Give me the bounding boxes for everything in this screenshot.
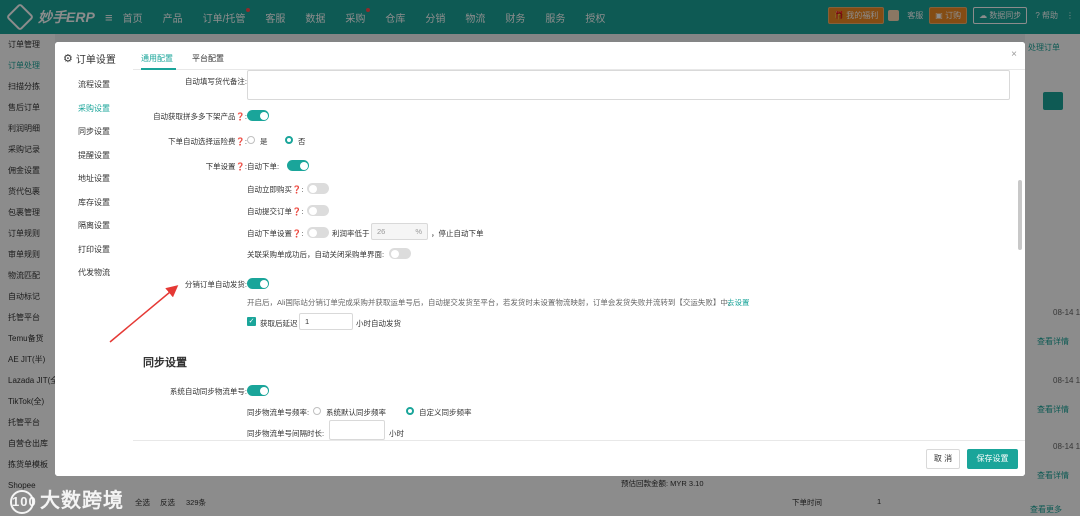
close-after-toggle[interactable] — [389, 248, 411, 259]
sync-freq-custom-radio[interactable] — [406, 407, 414, 415]
sync-interval-label: 同步物流单号间隔时长: — [247, 429, 325, 438]
help-icon: ❓ — [235, 137, 245, 146]
order-settings-modal: ⚙ 订单设置 流程设置 采购设置 同步设置 提醒设置 地址设置 库存设置 隔离设置 打印设置代… — [55, 42, 1025, 476]
modal-footer: 取 消 保存设置 — [133, 440, 1025, 476]
profit-below-label: 利润率低于 — [332, 229, 370, 238]
delay-suffix: 小时自动发货 — [356, 319, 401, 328]
watermark-logo: 100 — [10, 489, 36, 514]
watermark-text: 大数跨境 — [40, 490, 124, 512]
auto-fill-note-label: 自动填写货代备注: — [184, 77, 247, 86]
profit-rate-input[interactable]: 26 % — [371, 223, 428, 240]
distribution-auto-ship-toggle[interactable] — [247, 278, 269, 289]
shipping-insurance-yes-radio[interactable] — [247, 136, 255, 144]
shipping-insurance-yes-label: 是 — [260, 137, 268, 146]
auto-submit-toggle[interactable] — [307, 205, 329, 216]
auto-buy-label: 自动立即购买❓: — [247, 185, 304, 194]
go-setting-link[interactable]: 去设置 — [727, 297, 750, 308]
delay-hours-input[interactable]: 1 — [299, 313, 353, 330]
shipping-insurance-no-label: 否 — [298, 137, 306, 146]
modal-title: ⚙ 订单设置 — [63, 51, 116, 66]
sync-freq-label: 同步物流单号频率: — [247, 408, 310, 417]
sync-freq-custom-label: 自定义同步频率 — [419, 408, 472, 417]
order-settings-label: 下单设置❓: — [205, 162, 247, 171]
auto-order-setting-toggle[interactable] — [307, 227, 329, 238]
settings-menu: ⚙ 订单设置 流程设置采购设置同步设置提醒设置地址设置库存设置隔离设置打印设置代… — [55, 42, 133, 476]
watermark: 100 大数跨境 — [10, 484, 124, 514]
auto-fill-note-textarea[interactable] — [247, 70, 1010, 100]
settings-menu-item[interactable]: 提醒设置 — [78, 150, 110, 161]
profit-rate-value: 26 — [377, 227, 386, 236]
settings-menu-item[interactable]: 隔离设置 — [78, 220, 110, 231]
pdd-toggle[interactable] — [247, 110, 269, 121]
auto-submit-label: 自动提交订单❓: — [247, 207, 304, 216]
auto-order-label: 自动下单: — [247, 162, 280, 171]
auto-sync-label: 系统自动同步物流单号: — [169, 387, 247, 396]
settings-menu-item[interactable]: 代发物流 — [78, 267, 110, 278]
settings-menu-item[interactable]: 地址设置 — [78, 173, 110, 184]
sync-freq-default-label: 系统默认同步频率 — [326, 408, 386, 417]
distribution-auto-ship-label: 分销订单自动发货: — [184, 280, 247, 289]
stop-auto-label: ，停止自动下单 — [431, 229, 484, 238]
auto-order-setting-label: 自动下单设置❓: — [247, 229, 304, 238]
settings-form: 自动填写货代备注: 自动获取拼多多下架产品❓: 下单自动选择运险费❓: 是 否 … — [133, 70, 1025, 440]
delay-label: 获取后延迟 — [260, 319, 298, 328]
settings-menu-item[interactable]: 流程设置 — [78, 79, 110, 90]
settings-menu-item[interactable]: 库存设置 — [78, 197, 110, 208]
settings-content: 通用配置 平台配置 × 自动填写货代备注: 自动获取拼多多下架产品❓: 下单自动… — [133, 42, 1025, 476]
tab-general[interactable]: 通用配置 — [141, 53, 173, 64]
close-after-label: 关联采购单成功后，自动关闭采购单界面: — [247, 250, 385, 259]
scrollbar[interactable] — [1018, 180, 1022, 250]
pdd-label: 自动获取拼多多下架产品❓: — [153, 112, 247, 121]
shipping-insurance-label: 下单自动选择运险费❓: — [168, 137, 247, 146]
delay-hours-value: 1 — [305, 317, 310, 326]
settings-menu-item[interactable]: 采购设置 — [78, 103, 110, 114]
auto-order-toggle[interactable] — [287, 160, 309, 171]
settings-menu-item[interactable]: 同步设置 — [78, 126, 110, 137]
delay-checkbox[interactable]: ✓ — [247, 317, 256, 326]
settings-menu-item[interactable]: 打印设置 — [78, 244, 110, 255]
shipping-insurance-no-radio[interactable] — [285, 136, 293, 144]
tab-platform[interactable]: 平台配置 — [192, 53, 224, 64]
sync-section-title: 同步设置 — [143, 357, 187, 369]
cancel-button[interactable]: 取 消 — [926, 449, 960, 469]
distribution-description: 开启后，Ali国际站分销订单完成采购并获取运单号后，自动提交发货至平台，若发货时… — [247, 298, 736, 307]
help-icon: ❓ — [235, 112, 245, 121]
help-icon: ❓ — [292, 229, 302, 238]
gear-icon: ⚙ — [63, 53, 73, 65]
close-icon[interactable]: × — [1011, 49, 1017, 60]
modal-title-text: 订单设置 — [75, 55, 116, 66]
sync-interval-suffix: 小时 — [389, 429, 404, 438]
help-icon: ❓ — [235, 162, 245, 171]
percent-sign: % — [415, 227, 422, 236]
save-settings-button[interactable]: 保存设置 — [967, 449, 1018, 469]
help-icon: ❓ — [292, 207, 302, 216]
tab-bar: 通用配置 平台配置 × — [133, 42, 1025, 70]
sync-interval-input[interactable] — [329, 420, 385, 440]
sync-freq-default-radio[interactable] — [313, 407, 321, 415]
auto-buy-toggle[interactable] — [307, 183, 329, 194]
help-icon: ❓ — [292, 185, 302, 194]
auto-sync-toggle[interactable] — [247, 385, 269, 396]
